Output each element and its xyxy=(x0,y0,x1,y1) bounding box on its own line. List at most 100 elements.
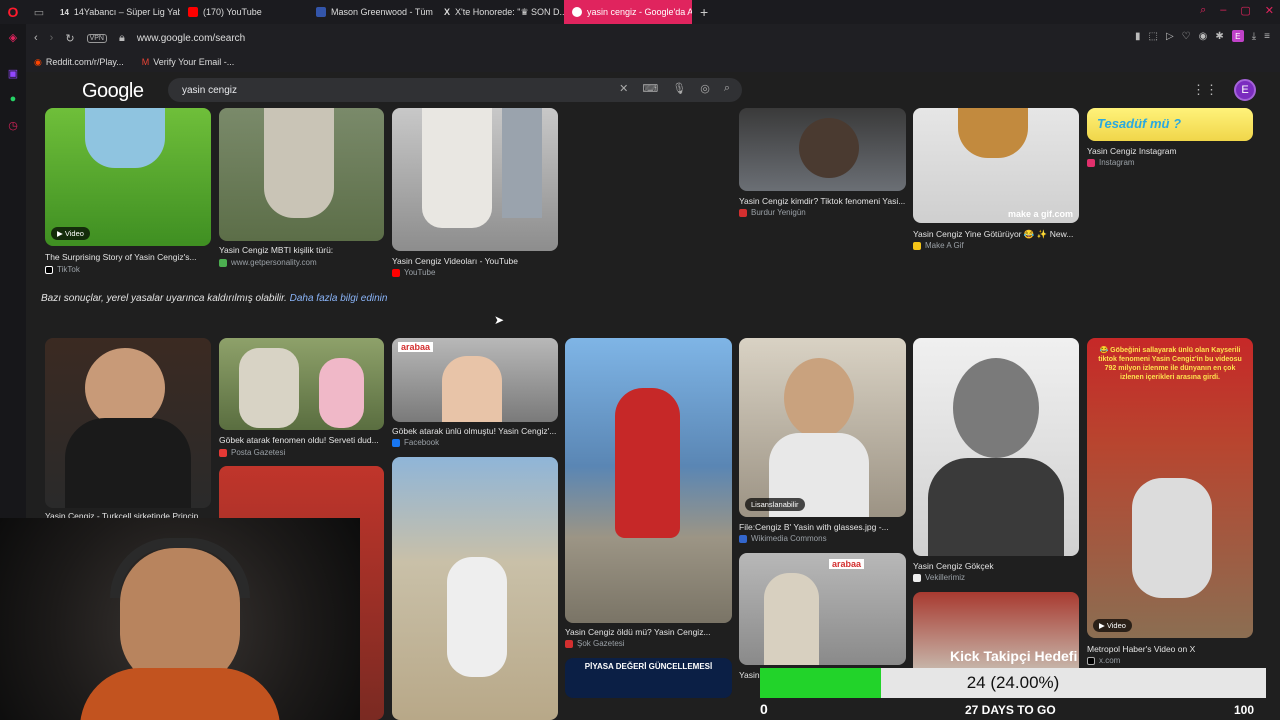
tab-greenwood[interactable]: Mason Greenwood - Tüm ... xyxy=(308,0,436,24)
heart-icon[interactable]: ♡ xyxy=(1182,31,1191,42)
tab-youtube[interactable]: (170) YouTube xyxy=(180,0,308,24)
back-icon[interactable]: ‹ xyxy=(34,32,38,44)
vpn-badge[interactable]: VPN xyxy=(86,33,107,43)
new-tab-plus-icon[interactable]: + xyxy=(692,4,716,20)
opera-logo-icon[interactable]: O xyxy=(0,4,26,20)
result-image-4[interactable] xyxy=(739,108,906,191)
apps-grid-icon[interactable]: ⋮⋮ xyxy=(1192,82,1218,98)
google-logo[interactable]: Google xyxy=(82,80,144,103)
result-image-11[interactable] xyxy=(565,338,732,623)
extensions-icon[interactable]: ✱ xyxy=(1215,31,1223,42)
goal-max: 100 xyxy=(1234,703,1255,717)
result-caption-9[interactable]: Göbek atarak ünlü olmuştu! Yasin Cengiz'… xyxy=(392,426,562,436)
google-header: Google yasin cengiz ✕ ⌨ 🎙︎ ◎ ⌕ ⋮⋮ E xyxy=(26,72,1280,108)
result-image-5[interactable]: make a gif.com xyxy=(913,108,1079,223)
menu-icon[interactable]: ≡ xyxy=(1264,31,1270,42)
vpn-globe-icon[interactable]: ◉ xyxy=(1199,31,1208,42)
tab-superlig[interactable]: 14 14Yabancı – Süper Lig Yaba xyxy=(52,0,180,24)
result-image-7[interactable] xyxy=(45,338,211,508)
twitch-icon[interactable]: ▣ xyxy=(0,60,26,86)
result-source-3[interactable]: YouTube xyxy=(392,268,435,277)
result-image-2[interactable] xyxy=(219,108,384,241)
reload-icon[interactable]: ↻ xyxy=(65,32,74,45)
result-caption-3[interactable]: Yasin Cengiz Videoları - YouTube xyxy=(392,256,562,266)
result-caption-1[interactable]: The Surprising Story of Yasin Cengiz's..… xyxy=(45,252,215,262)
history-icon[interactable]: ◷ xyxy=(0,112,26,138)
search-input[interactable]: yasin cengiz ✕ ⌨ 🎙︎ ◎ ⌕ xyxy=(168,78,742,102)
tab-google-active[interactable]: yasin cengiz - Google'da A... xyxy=(564,0,692,24)
result-source-11[interactable]: Wikimedia Commons xyxy=(739,534,827,543)
youtube-favicon-icon xyxy=(188,7,198,17)
result-image-6[interactable]: Tesadüf mü ? xyxy=(1087,108,1253,141)
figure-shape xyxy=(799,118,859,178)
result-image-14[interactable]: PİYASA DEĞERİ GÜNCELLEMESİ xyxy=(565,658,732,698)
result-image-9[interactable]: arabaa xyxy=(392,338,558,422)
figure-shape xyxy=(65,418,191,508)
sidebar-home-icon[interactable]: ◈ xyxy=(0,24,26,50)
avatar[interactable]: E xyxy=(1234,79,1256,101)
result-source-10[interactable]: Şok Gazetesi xyxy=(565,639,625,648)
bookmark-label: Verify Your Email -... xyxy=(153,57,235,67)
clear-icon[interactable]: ✕ xyxy=(619,82,628,95)
learn-more-link[interactable]: Daha fazla bilgi edinin xyxy=(290,293,388,304)
result-source-8[interactable]: Posta Gazetesi xyxy=(219,448,285,457)
address-toolbar: ‹ › ↻ VPN 🔒︎ www.google.com/search ▮ ⬚ ▷… xyxy=(26,24,1280,52)
tab-x[interactable]: X X'te Honorede: "♛ SON D... xyxy=(436,0,564,24)
figure-shape xyxy=(85,108,165,168)
play-icon[interactable]: ▷ xyxy=(1166,31,1174,42)
result-source-6[interactable]: Instagram xyxy=(1087,158,1135,167)
bookmarks-bar: ◉ Reddit.com/r/Play... M Verify Your Email… xyxy=(26,52,1280,72)
badge-label: Video xyxy=(64,229,84,238)
bookmark-reddit[interactable]: ◉ Reddit.com/r/Play... xyxy=(34,57,124,68)
badge-label: Lisanslanabilir xyxy=(751,500,799,509)
result-source-2[interactable]: www.getpersonality.com xyxy=(219,258,317,267)
result-source-5[interactable]: Make A Gif xyxy=(913,241,964,250)
facebook-icon xyxy=(392,438,400,447)
snapshot-icon[interactable]: ⬚ xyxy=(1148,31,1157,42)
result-caption-11[interactable]: File:Cengiz B' Yasin with glasses.jpg -.… xyxy=(739,522,909,532)
lens-icon[interactable]: ◎ xyxy=(700,82,710,95)
result-image-10[interactable] xyxy=(392,457,558,720)
address-field[interactable]: www.google.com/search xyxy=(137,33,245,44)
result-caption-5[interactable]: Yasin Cengiz Yine Götürüyor 😂 ✨ New... xyxy=(913,229,1083,240)
tab-bar: O ▭ 14 14Yabancı – Süper Lig Yaba (170) Y… xyxy=(0,0,1280,24)
result-caption-6[interactable]: Yasin Cengiz Instagram xyxy=(1087,146,1257,156)
vekillerimiz-icon xyxy=(913,573,921,582)
forward-icon[interactable]: › xyxy=(50,32,54,44)
result-caption-2[interactable]: Yasin Cengiz MBTI kişilik türü: xyxy=(219,245,389,255)
search-icon[interactable]: ⌕ xyxy=(724,82,730,95)
result-image-13[interactable] xyxy=(913,338,1079,556)
result-caption-4[interactable]: Yasin Cengiz kimdir? Tiktok fenomeni Yas… xyxy=(739,196,909,206)
close-icon[interactable]: ✕ xyxy=(1265,4,1274,17)
bookmark-gmail[interactable]: M Verify Your Email -... xyxy=(142,57,235,67)
result-image-8[interactable] xyxy=(219,338,384,430)
profile-e-icon[interactable]: E xyxy=(1231,30,1244,42)
whatsapp-icon[interactable]: ● xyxy=(0,86,26,112)
result-source-9[interactable]: Facebook xyxy=(392,438,439,447)
result-caption-12[interactable]: Yasin Cengiz Gökçek xyxy=(913,561,1083,571)
keyboard-icon[interactable]: ⌨ xyxy=(642,82,658,95)
result-image-18[interactable]: 😂 Göbeğini sallayarak ünlü olan Kayseril… xyxy=(1087,338,1253,638)
result-image-1[interactable]: ▶ Video xyxy=(45,108,211,246)
getpersonality-icon xyxy=(219,258,227,267)
microphone-icon[interactable]: 🎙︎ xyxy=(672,82,686,95)
result-caption-10[interactable]: Yasin Cengiz öldü mü? Yasin Cengiz... xyxy=(565,627,735,637)
source-label: Facebook xyxy=(404,438,440,447)
result-caption-8[interactable]: Göbek atarak fenomen oldu! Serveti dud..… xyxy=(219,435,389,445)
source-label: Posta Gazetesi xyxy=(231,448,286,457)
bookmark-icon[interactable]: ▮ xyxy=(1135,31,1141,42)
result-image-12[interactable]: Lisanslanabilir xyxy=(739,338,906,517)
maximize-icon[interactable]: ▢ xyxy=(1240,4,1250,17)
result-source-12[interactable]: Vekillerimiz xyxy=(913,573,965,582)
goal-progress-label: 24 (24.00%) xyxy=(966,673,1060,692)
tab-menu-icon[interactable]: ▭ xyxy=(26,6,52,19)
removal-notice: Bazı sonuçlar, yerel yasalar uyarınca ka… xyxy=(41,293,387,304)
result-image-3[interactable] xyxy=(392,108,558,251)
download-icon[interactable]: ⤓ xyxy=(1252,31,1256,42)
minimize-icon[interactable]: – xyxy=(1220,4,1226,17)
notice-text: Bazı sonuçlar, yerel yasalar uyarınca ka… xyxy=(41,293,287,304)
result-source-1[interactable]: TikTok xyxy=(45,265,80,274)
search-tabs-icon[interactable]: ⌕ xyxy=(1200,4,1206,17)
result-source-4[interactable]: Burdur Yenigün xyxy=(739,208,806,217)
